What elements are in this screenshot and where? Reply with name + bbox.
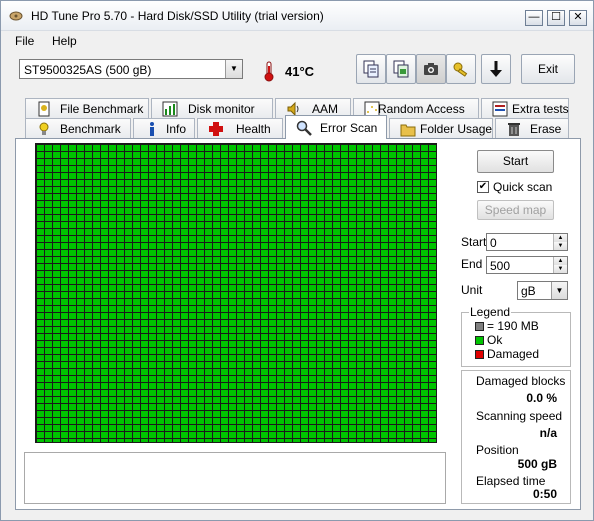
scanning-speed-value: n/a xyxy=(539,426,557,440)
damaged-blocks-label: Damaged blocks xyxy=(476,374,566,388)
start-field[interactable]: 0 ▲ ▼ xyxy=(486,233,568,251)
bar-chart-icon xyxy=(162,101,178,117)
tab-label: Benchmark xyxy=(60,122,121,136)
lightbulb-icon xyxy=(39,122,49,135)
save-down-icon xyxy=(490,61,502,77)
toolbar: ST9500325AS (500 gB) ▼ 41°C Exit xyxy=(1,51,593,95)
tab-file-benchmark[interactable]: File Benchmark xyxy=(25,98,149,118)
close-button[interactable]: ✕ xyxy=(569,10,587,26)
menu-file[interactable]: File xyxy=(15,34,34,48)
tab-folder-usage[interactable]: Folder Usage xyxy=(389,118,493,138)
app-window: HD Tune Pro 5.70 - Hard Disk/SSD Utility… xyxy=(0,0,594,521)
copy-image-button[interactable] xyxy=(386,54,416,84)
drive-select[interactable]: ST9500325AS (500 gB) ▼ xyxy=(19,59,243,79)
block-map-grid xyxy=(35,143,437,443)
tab-label: Extra tests xyxy=(512,102,569,116)
elapsed-time-label: Elapsed time xyxy=(476,474,546,488)
menu-help[interactable]: Help xyxy=(52,34,77,48)
chevron-down-icon[interactable]: ▼ xyxy=(225,60,242,78)
start-field-value: 0 xyxy=(490,236,497,250)
tab-label: Random Access xyxy=(378,102,465,116)
elapsed-time-value: 0:50 xyxy=(532,487,557,501)
app-disk-icon xyxy=(9,11,23,21)
position-value: 500 gB xyxy=(517,457,557,471)
tab-label: Error Scan xyxy=(320,121,378,135)
trash-icon xyxy=(508,123,520,136)
tab-extra-tests[interactable]: Extra tests xyxy=(481,98,569,118)
copy-image-icon xyxy=(393,60,409,78)
minimize-button[interactable]: — xyxy=(525,10,543,26)
tab-label: Info xyxy=(166,122,187,136)
save-down-button[interactable] xyxy=(481,54,511,84)
key-icon xyxy=(453,62,468,77)
copy-text-button[interactable] xyxy=(356,54,386,84)
end-field[interactable]: 500 ▲ ▼ xyxy=(486,256,568,274)
title-bar[interactable]: HD Tune Pro 5.70 - Hard Disk/SSD Utility… xyxy=(1,1,593,31)
magnifier-icon xyxy=(296,120,312,136)
quick-scan-label: Quick scan xyxy=(493,180,553,194)
exit-button[interactable]: Exit xyxy=(521,54,575,84)
legend-ok-swatch xyxy=(475,336,484,345)
tab-label: File Benchmark xyxy=(60,102,144,116)
folder-icon xyxy=(400,124,416,137)
screenshot-button[interactable] xyxy=(416,54,446,84)
tab-label: Folder Usage xyxy=(420,122,493,136)
damaged-blocks-value: 0.0 % xyxy=(526,391,557,405)
chevron-down-icon[interactable]: ▼ xyxy=(551,282,567,299)
tab-label: Disk monitor xyxy=(188,102,255,116)
legend-damaged-text: Damaged xyxy=(487,347,540,361)
temperature-value: 41°C xyxy=(285,64,315,79)
health-cross-icon xyxy=(209,122,223,136)
start-field-spinner[interactable]: ▲ ▼ xyxy=(553,234,567,250)
maximize-button[interactable]: ☐ xyxy=(547,10,565,26)
copy-text-icon xyxy=(363,60,379,78)
tab-erase[interactable]: Erase xyxy=(495,118,569,138)
start-field-label: Start xyxy=(461,235,487,249)
legend-block-size-text: = 190 MB xyxy=(487,319,539,333)
unit-select[interactable]: gB ▼ xyxy=(517,281,568,300)
key-button[interactable] xyxy=(446,54,476,84)
menu-bar: File Help xyxy=(1,31,593,51)
tab-label: AAM xyxy=(312,102,339,116)
info-icon xyxy=(150,122,154,136)
legend-ok-text: Ok xyxy=(487,333,503,347)
scan-log[interactable] xyxy=(24,452,446,504)
tab-label: Erase xyxy=(530,122,562,136)
tab-label: Health xyxy=(236,122,271,136)
speed-map-button[interactable]: Speed map xyxy=(477,200,554,220)
window-title: HD Tune Pro 5.70 - Hard Disk/SSD Utility… xyxy=(31,9,324,23)
tab-benchmark[interactable]: Benchmark xyxy=(25,118,131,138)
tab-error-scan[interactable]: Error Scan xyxy=(285,115,387,139)
tab-disk-monitor[interactable]: Disk monitor xyxy=(151,98,273,118)
legend-damaged-swatch xyxy=(475,350,484,359)
unit-label: Unit xyxy=(461,283,483,297)
screenshot-icon xyxy=(424,63,438,75)
extra-tests-icon xyxy=(492,101,508,117)
quick-scan-checkbox[interactable]: ✔ xyxy=(477,181,489,193)
end-field-spinner[interactable]: ▲ ▼ xyxy=(553,257,567,273)
end-field-value: 500 xyxy=(490,259,511,273)
tab-health[interactable]: Health xyxy=(197,118,283,138)
legend-title: Legend xyxy=(469,305,512,319)
tab-info[interactable]: Info xyxy=(133,118,195,138)
position-label: Position xyxy=(476,443,519,457)
tab-row-2: Benchmark Info Health Error Scan Folder … xyxy=(15,115,581,139)
scanning-speed-label: Scanning speed xyxy=(476,409,563,423)
file-benchmark-icon xyxy=(38,101,50,117)
drive-select-value: ST9500325AS (500 gB) xyxy=(24,63,152,77)
thermometer-icon xyxy=(253,54,283,84)
end-field-label: End xyxy=(461,257,483,271)
legend-block-swatch xyxy=(475,322,484,331)
start-button[interactable]: Start xyxy=(477,150,554,173)
unit-select-value: gB xyxy=(521,284,536,298)
